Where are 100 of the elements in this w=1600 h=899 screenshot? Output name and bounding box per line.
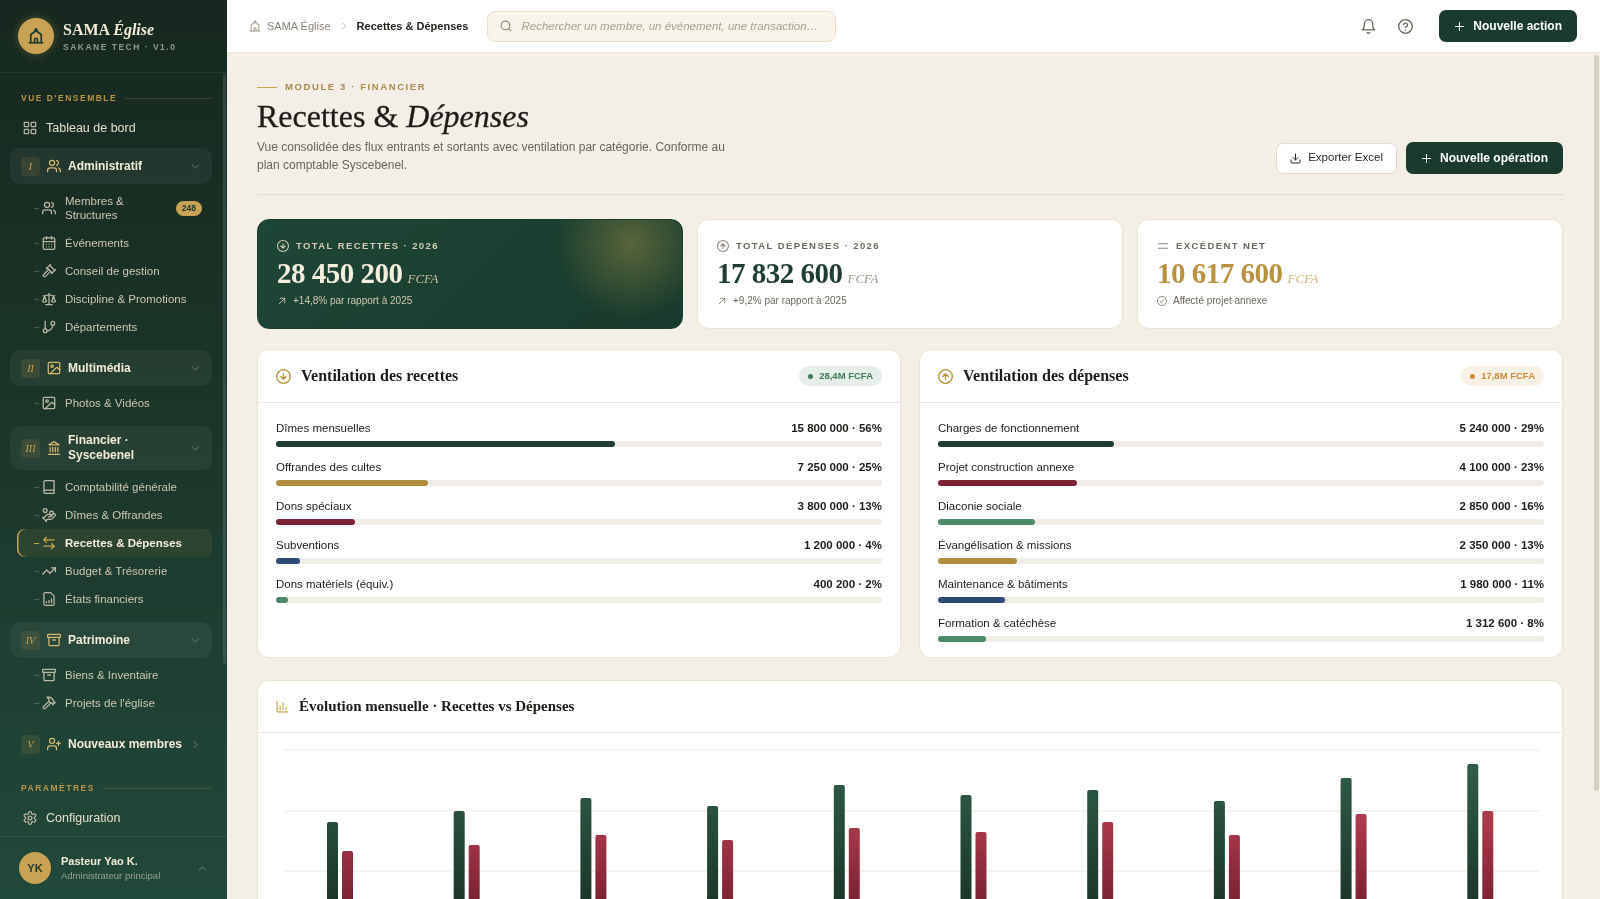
category-label: Dîmes mensuelles [276,421,371,436]
nav-link[interactable]: Tableau de bord [10,113,212,143]
nav-item[interactable]: Discipline & Promotions [17,285,212,313]
bank-icon [47,441,61,455]
nav-item[interactable]: Dîmes & Offrandes [17,501,212,529]
nav-group-toggle[interactable]: IV Patrimoine [10,622,212,658]
nav-item[interactable]: Conseil de gestion [17,257,212,285]
check-circle-icon [1157,296,1167,306]
download-icon [1290,152,1302,164]
category-amount: 4 100 000 · 23% [1459,460,1544,475]
category-label: Dons matériels (équiv.) [276,577,394,592]
scrollbar-thumb[interactable] [1594,55,1599,791]
nav-item[interactable]: Photos & Vidéos [17,389,212,417]
church-logo-icon [18,18,54,54]
settings-icon [23,811,37,825]
nav-group-toggle[interactable]: II Multimédia [10,350,212,386]
grid-icon [23,121,37,135]
category-amount: 2 350 000 · 13% [1459,538,1544,553]
nav-item[interactable]: Biens & Inventaire [17,661,212,689]
category-label: Dons spéciaux [276,499,352,514]
stat-note: Affecté projet annexe [1173,294,1268,308]
stat-value: 17 832 600 [717,256,843,290]
brand-name: SAMA Église [63,19,156,39]
roman-numeral: I [21,156,40,176]
image-icon [47,361,61,375]
archive-icon [42,668,56,682]
chevron-up-icon[interactable] [198,863,207,873]
swap-arrows-icon [42,536,56,550]
currency-unit: FCFA [847,270,879,288]
total-amount: 17,8M FCFA [1481,370,1535,382]
file-chart-icon [42,592,56,606]
nav-item[interactable]: Budget & Trésorerie [17,557,212,585]
archive-icon [47,633,61,647]
arrow-up-circle-icon [717,239,729,252]
category-label: Subventions [276,538,340,553]
stat-note: +9,2% par rapport à 2025 [733,294,847,308]
export-button[interactable]: Exporter Excel [1276,142,1397,174]
category-amount: 15 800 000 · 56% [791,421,882,436]
church-icon [249,20,261,32]
user-name: Pasteur Yao K. [61,854,139,868]
stat-note: +14,8% par rapport à 2025 [293,294,413,308]
nav-item[interactable]: Recettes & Dépenses [17,529,212,557]
chevron-down-icon [191,635,200,645]
breadcrumb-link[interactable]: SAMA Église [267,17,331,35]
scrollbar-thumb[interactable] [223,74,226,664]
roman-numeral: V [21,734,40,754]
category-label: Projet construction annexe [938,460,1075,475]
nav-group-toggle[interactable]: V Nouveaux membres [10,726,212,762]
stat-label: EXCÉDENT NET [1176,239,1267,252]
section-heading: VUE D'ENSEMBLE [21,92,118,104]
user-role: Administrateur principal [61,869,161,882]
roman-numeral: II [21,358,40,378]
category-amount: 3 800 000 · 13% [797,499,882,514]
arrow-up-circle-icon [938,368,953,384]
count-badge: 248 [175,200,202,216]
arrow-up-right-icon [717,296,727,306]
arrow-up-right-icon [277,296,287,306]
users-icon [47,159,61,173]
nav-item[interactable]: Événements [17,229,212,257]
nav-item[interactable]: États financiers [17,585,212,613]
help-icon[interactable] [1398,18,1414,34]
user-avatar[interactable]: YK [19,852,51,884]
chevron-down-icon [191,443,200,453]
branch-icon [42,320,56,334]
calendar-icon [42,236,56,250]
stat-label: TOTAL DÉPENSES · 2026 [736,239,880,252]
breadcrumb-current: Recettes & Dépenses [356,18,469,34]
roman-numeral: III [21,438,40,458]
chevron-right-icon [191,739,200,749]
nav-item[interactable]: Comptabilité générale [17,473,212,501]
stat-value: 10 617 600 [1157,256,1283,290]
category-amount: 1 200 000 · 4% [804,538,882,553]
nav-item[interactable]: Départements [17,313,212,341]
plus-icon [1420,152,1432,164]
nav-group-toggle[interactable]: I Administratif [10,148,212,184]
new-action-button[interactable]: Nouvelle action [1439,10,1577,42]
hand-coins-icon [42,508,56,522]
category-amount: 1 980 000 · 11% [1460,577,1544,592]
currency-unit: FCFA [1287,270,1319,288]
category-amount: 400 200 · 2% [813,577,882,592]
category-label: Diaconie sociale [938,499,1022,514]
arrow-down-circle-icon [277,239,289,252]
nav-group-toggle[interactable]: III Financier · Syscebenel [10,426,212,470]
category-amount: 7 250 000 · 25% [797,460,882,475]
section-heading: PARAMÈTRES [21,782,95,794]
search-field[interactable]: Rechercher un membre, un événement, une transaction… [487,10,837,42]
new-operation-button[interactable]: Nouvelle opération [1405,142,1563,174]
currency-unit: FCFA [407,270,439,288]
nav-item[interactable]: Projets de l'église [17,689,212,717]
nav-item[interactable]: Membres & Structures 248 [17,187,212,229]
panel-title: Ventilation des dépenses [963,366,1129,387]
nav-link[interactable]: Configuration [10,803,212,833]
category-label: Charges de fonctionnement [938,421,1080,436]
trend-up-icon [42,564,56,578]
plus-icon [1454,20,1466,32]
scales-icon [42,292,56,306]
user-plus-icon [47,737,61,751]
bell-icon[interactable] [1361,18,1377,34]
search-icon [500,20,513,32]
roman-numeral: IV [21,630,40,650]
